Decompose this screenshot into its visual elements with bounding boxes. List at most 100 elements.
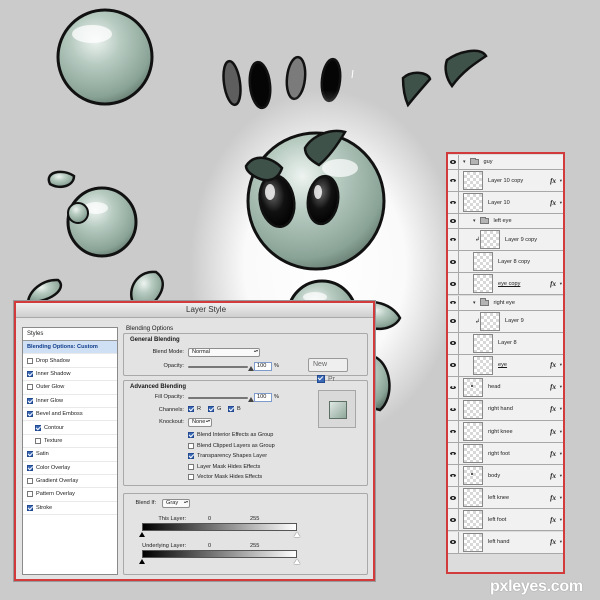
knockout-select[interactable]: None [188, 418, 212, 427]
visibility-toggle[interactable] [448, 310, 459, 332]
visibility-toggle[interactable] [448, 229, 459, 251]
style-item[interactable]: Color Overlay [23, 462, 117, 475]
visibility-toggle[interactable] [448, 443, 459, 465]
style-item[interactable]: Drop Shadow [23, 354, 117, 368]
blend-option-checkbox[interactable]: Transparency Shapes Layer [188, 453, 267, 460]
layer-row[interactable]: right knee fx ▾ [448, 421, 563, 444]
fx-expand-icon[interactable]: ▾ [560, 539, 562, 545]
layer-name[interactable]: left foot [488, 517, 506, 523]
layer-row[interactable]: Layer 8 copy [448, 251, 563, 274]
styles-header[interactable]: Styles [23, 328, 117, 341]
layer-row[interactable]: right foot fx ▾ [448, 443, 563, 466]
fx-expand-icon[interactable]: ▾ [560, 200, 562, 206]
visibility-toggle[interactable] [448, 509, 459, 531]
checkbox-icon[interactable] [35, 424, 41, 431]
visibility-toggle[interactable] [448, 251, 459, 273]
layer-row[interactable]: left foot fx ▾ [448, 509, 563, 532]
blend-option-checkbox[interactable]: Layer Mask Hides Effects [188, 463, 260, 470]
layer-group-row[interactable]: ▾ right eye [448, 295, 563, 311]
blend-option-checkbox[interactable]: Vector Mask Hides Effects [188, 474, 262, 481]
fx-icon[interactable]: fx [550, 472, 556, 480]
checkbox-icon[interactable] [27, 478, 33, 485]
layer-row[interactable]: ↲ Layer 9 [448, 310, 563, 333]
fx-expand-icon[interactable]: ▾ [560, 451, 562, 457]
fx-expand-icon[interactable]: ▾ [560, 406, 562, 412]
style-item[interactable]: Satin [23, 448, 117, 462]
visibility-toggle[interactable] [448, 155, 459, 169]
channel-g-checkbox[interactable]: G [208, 406, 221, 412]
visibility-toggle[interactable] [448, 465, 459, 487]
fx-expand-icon[interactable]: ▾ [560, 517, 562, 523]
layer-name[interactable]: right foot [488, 451, 510, 457]
style-item[interactable]: Inner Shadow [23, 368, 117, 382]
layer-name[interactable]: body [488, 473, 500, 479]
fx-icon[interactable]: fx [550, 405, 556, 413]
layer-name[interactable]: right hand [488, 406, 513, 412]
layer-row[interactable]: Layer 10 fx ▾ [448, 192, 563, 215]
visibility-toggle[interactable] [448, 332, 459, 354]
fx-icon[interactable]: fx [550, 450, 556, 458]
opacity-input[interactable]: 100 [254, 362, 272, 371]
fx-icon[interactable]: fx [550, 428, 556, 436]
layer-style-dialog[interactable]: Layer Style Styles Blending Options: Cus… [14, 301, 375, 581]
layer-name[interactable]: Layer 8 copy [498, 259, 530, 265]
fx-expand-icon[interactable]: ▾ [560, 473, 562, 479]
checkbox-icon[interactable] [27, 357, 33, 364]
fx-expand-icon[interactable]: ▾ [560, 429, 562, 435]
checkbox-icon[interactable] [27, 397, 33, 404]
checkbox-icon[interactable] [27, 384, 33, 391]
style-item[interactable]: Stroke [23, 502, 117, 516]
layer-row[interactable]: head fx ▾ [448, 376, 563, 399]
this-layer-black-slider[interactable] [139, 532, 145, 537]
layer-row[interactable]: eye fx ▾ [448, 354, 563, 377]
layer-name[interactable]: left hand [488, 539, 509, 545]
blend-option-checkbox[interactable]: Blend Interior Effects as Group [188, 432, 273, 438]
triangle-down-icon[interactable]: ▾ [463, 159, 466, 165]
fx-icon[interactable]: fx [550, 177, 556, 185]
style-item[interactable]: Gradient Overlay [23, 475, 117, 489]
new-style-button[interactable]: New [308, 358, 348, 372]
layer-row[interactable]: body fx ▾ [448, 465, 563, 488]
channel-b-checkbox[interactable]: B [228, 406, 241, 412]
style-item[interactable]: Contour [23, 421, 117, 435]
dialog-titlebar[interactable]: Layer Style [16, 303, 373, 318]
layer-row[interactable]: Layer 8 [448, 332, 563, 355]
visibility-toggle[interactable] [448, 398, 459, 420]
style-item[interactable]: Texture [23, 435, 117, 449]
layer-name[interactable]: Layer 8 [498, 340, 517, 346]
visibility-toggle[interactable] [448, 214, 459, 229]
layer-group-row[interactable]: ▾ left eye [448, 214, 563, 230]
layer-row[interactable]: Layer 10 copy fx ▾ [448, 170, 563, 193]
layer-name[interactable]: right eye [494, 300, 515, 306]
checkbox-icon[interactable] [27, 491, 33, 498]
layer-name[interactable]: left knee [488, 495, 509, 501]
fx-expand-icon[interactable]: ▾ [560, 362, 562, 368]
layer-group-row[interactable]: ▾ guy [448, 155, 563, 170]
layer-name[interactable]: head [488, 384, 500, 390]
layer-row[interactable]: ↲ Layer 9 copy [448, 229, 563, 252]
fx-icon[interactable]: fx [550, 538, 556, 546]
layer-row[interactable]: eye copy fx ▾ [448, 273, 563, 296]
checkbox-icon[interactable] [27, 370, 33, 377]
triangle-down-icon[interactable]: ▾ [473, 218, 476, 224]
visibility-toggle[interactable] [448, 192, 459, 214]
fill-opacity-input[interactable]: 100 [254, 393, 272, 402]
blend-mode-select[interactable]: Normal [188, 348, 260, 357]
layer-name[interactable]: Layer 10 copy [488, 178, 523, 184]
layer-name[interactable]: left eye [494, 218, 512, 224]
opacity-slider[interactable] [188, 366, 248, 368]
layer-row[interactable]: left hand fx ▾ [448, 531, 563, 554]
visibility-toggle[interactable] [448, 170, 459, 192]
fx-icon[interactable]: fx [550, 199, 556, 207]
fx-icon[interactable]: fx [550, 383, 556, 391]
fx-expand-icon[interactable]: ▾ [560, 495, 562, 501]
visibility-toggle[interactable] [448, 273, 459, 295]
layer-row[interactable]: left knee fx ▾ [448, 487, 563, 510]
fill-opacity-slider[interactable] [188, 397, 248, 399]
layer-name[interactable]: Layer 10 [488, 200, 510, 206]
layer-name[interactable]: right knee [488, 429, 513, 435]
fx-expand-icon[interactable]: ▾ [560, 178, 562, 184]
visibility-toggle[interactable] [448, 487, 459, 509]
visibility-toggle[interactable] [448, 421, 459, 443]
triangle-down-icon[interactable]: ▾ [473, 300, 476, 306]
